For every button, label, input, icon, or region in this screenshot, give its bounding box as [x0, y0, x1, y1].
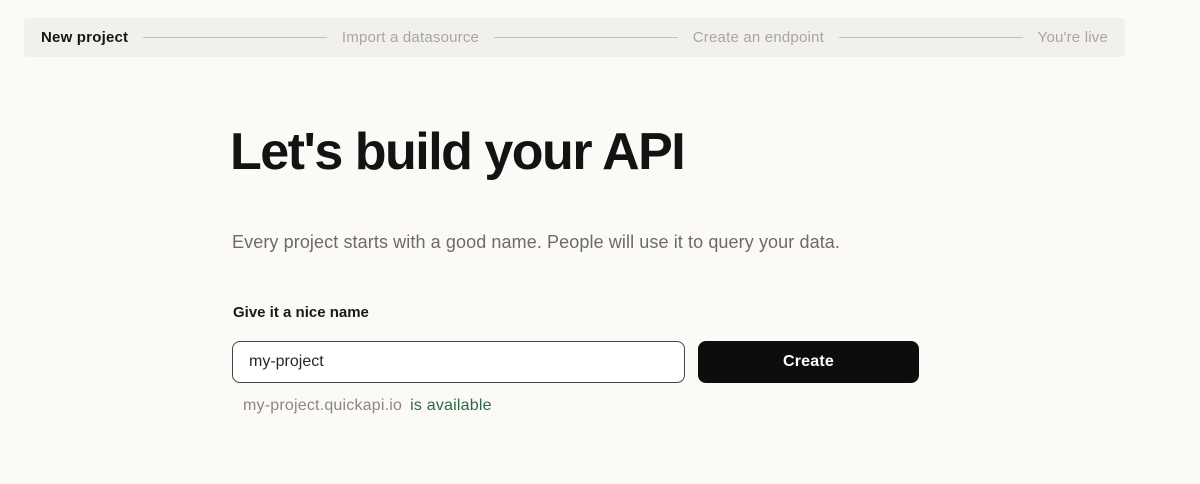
domain-availability: my-project.quickapi.io is available	[243, 397, 492, 415]
project-name-form: Create	[232, 341, 919, 383]
step-youre-live[interactable]: You're live	[1038, 29, 1108, 46]
step-connector-line	[838, 37, 1023, 38]
create-button[interactable]: Create	[698, 341, 919, 383]
page-subtitle: Every project starts with a good name. P…	[232, 232, 841, 252]
page-title: Let's build your API	[230, 123, 686, 181]
onboarding-stepper: New project Import a datasource Create a…	[24, 18, 1125, 57]
availability-status: is available	[410, 397, 492, 414]
step-new-project[interactable]: New project	[41, 29, 128, 46]
step-import-datasource[interactable]: Import a datasource	[342, 29, 479, 46]
step-connector-line	[494, 37, 678, 38]
step-connector-line	[143, 37, 327, 38]
step-create-endpoint[interactable]: Create an endpoint	[693, 29, 824, 46]
project-name-label: Give it a nice name	[233, 304, 369, 321]
domain-preview: my-project.quickapi.io	[243, 397, 403, 414]
project-name-input[interactable]	[232, 341, 685, 383]
